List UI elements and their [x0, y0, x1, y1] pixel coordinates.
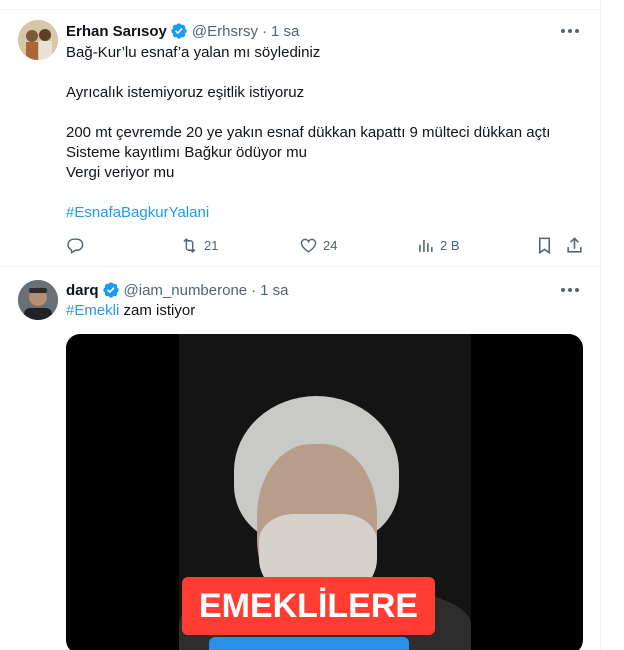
tweet-line [66, 63, 586, 83]
tweet[interactable]: darq @iam_numberone · 1 sa #Emekli zam i… [0, 268, 601, 650]
verified-badge-icon [102, 282, 119, 298]
like-icon [300, 238, 317, 253]
views-count: 2 B [440, 237, 460, 253]
like-count: 24 [323, 237, 338, 253]
timestamp[interactable]: 1 sa [260, 282, 288, 299]
avatar[interactable] [18, 280, 58, 320]
tweet-line [66, 103, 586, 123]
timestamp[interactable]: 1 sa [271, 23, 299, 40]
video-caption-secondary [209, 637, 409, 650]
tweet-line: Ayrıcalık istemiyoruz eşitlik istiyoruz [66, 84, 305, 101]
tweet-text-rest: zam istiyor [119, 302, 196, 319]
author-name[interactable]: Erhan Sarısoy [66, 23, 167, 40]
retweet-button[interactable]: 21 [180, 235, 218, 255]
bookmark-icon [538, 237, 551, 254]
tweet-actions: 21 24 2 B [66, 235, 586, 255]
hashtag-link[interactable]: #Emekli [66, 302, 119, 319]
video-player[interactable]: EMEKLİLERE [66, 334, 583, 650]
tweet-line: Bağ-Kur’lu esnaf’a yalan mı söylediniz [66, 44, 321, 61]
avatar[interactable] [18, 20, 58, 60]
tweet-line: Sisteme kayıtlımı Bağkur ödüyor mu [66, 144, 307, 161]
tweet-text: Bağ-Kur’lu esnaf’a yalan mı söylediniz A… [66, 43, 586, 223]
more-icon[interactable] [559, 280, 581, 300]
tweet-line: 200 mt çevremde 20 ye yakın esnaf dükkan… [66, 124, 551, 141]
timeline-column: Erhan Sarısoy @Erhsrsy · 1 sa Bağ-Kur’lu… [0, 0, 601, 650]
author-handle[interactable]: @Erhsrsy [192, 23, 258, 40]
tweet[interactable]: Erhan Sarısoy @Erhsrsy · 1 sa Bağ-Kur’lu… [0, 10, 601, 267]
tweet-text: #Emekli zam istiyor [66, 301, 586, 321]
tweet-header: darq @iam_numberone · 1 sa [66, 280, 289, 300]
share-button[interactable] [565, 235, 584, 255]
tweet-line [66, 183, 586, 203]
tweet-line: Vergi veriyor mu [66, 164, 175, 181]
verified-badge-icon [171, 23, 187, 39]
like-button[interactable]: 24 [299, 235, 337, 255]
share-icon [567, 236, 582, 253]
more-icon[interactable] [559, 21, 581, 41]
separator: · [251, 281, 257, 299]
author-handle[interactable]: @iam_numberone [124, 282, 248, 299]
views-button[interactable]: 2 B [416, 235, 460, 255]
hashtag-link[interactable]: #EsnafaBagkurYalani [66, 203, 586, 223]
retweet-count: 21 [204, 237, 219, 253]
bookmark-button[interactable] [535, 235, 554, 255]
video-caption: EMEKLİLERE [182, 577, 435, 635]
reply-button[interactable] [66, 235, 85, 255]
tweet-header: Erhan Sarısoy @Erhsrsy · 1 sa [66, 21, 299, 41]
author-name[interactable]: darq [66, 282, 99, 299]
retweet-icon [183, 237, 196, 253]
separator: · [261, 22, 267, 40]
views-icon [419, 239, 433, 252]
reply-icon [67, 237, 84, 254]
